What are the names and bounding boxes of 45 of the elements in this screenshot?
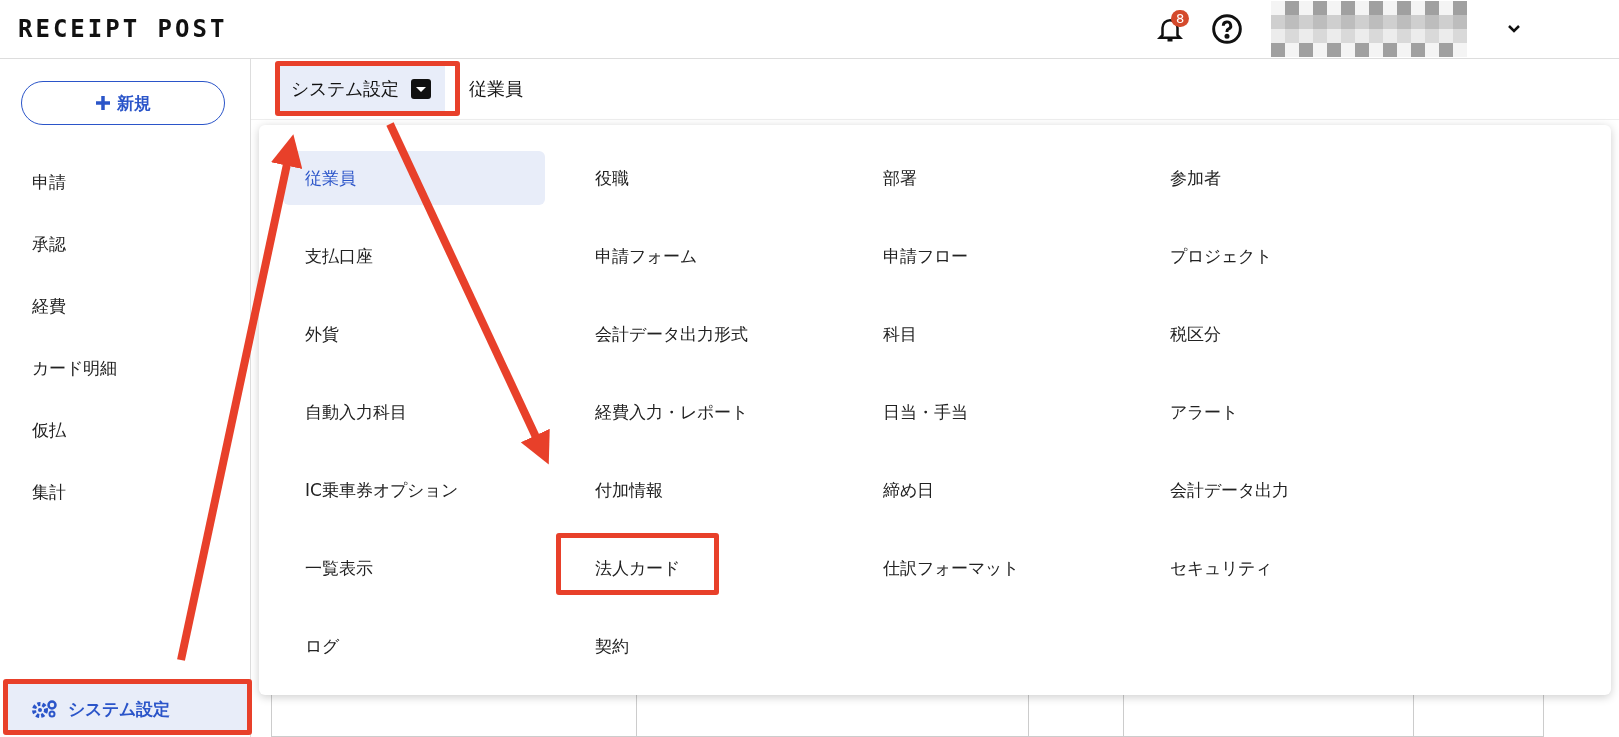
sidebar-item[interactable]: 承認	[0, 213, 250, 275]
menu-item[interactable]: 役職	[573, 151, 835, 205]
menu-item[interactable]: ログ	[283, 619, 545, 673]
sidebar-item[interactable]: 仮払	[0, 399, 250, 461]
menu-item[interactable]: 自動入力科目	[283, 385, 545, 439]
menu-item[interactable]: 従業員	[283, 151, 545, 205]
menu-item[interactable]: 科目	[861, 307, 1123, 361]
menu-item[interactable]: 支払口座	[283, 229, 545, 283]
tab-label: 従業員	[469, 77, 523, 101]
menu-item[interactable]: プロジェクト	[1148, 229, 1410, 283]
menu-item[interactable]: セキュリティ	[1148, 541, 1410, 595]
menu-item[interactable]: 外貨	[283, 307, 545, 361]
menu-item[interactable]: 付加情報	[573, 463, 835, 517]
menu-item[interactable]: 申請フロー	[861, 229, 1123, 283]
menu-item[interactable]: 申請フォーム	[573, 229, 835, 283]
chevron-down-icon[interactable]	[1507, 24, 1521, 34]
menu-item[interactable]: 会計データ出力形式	[573, 307, 835, 361]
item-label: システム設定	[68, 697, 170, 721]
menu-item[interactable]: 税区分	[1148, 307, 1410, 361]
plus-icon	[95, 95, 111, 111]
menu-item[interactable]: アラート	[1148, 385, 1410, 439]
help-icon[interactable]	[1211, 13, 1243, 45]
tab-label: システム設定	[291, 77, 399, 101]
menu-item[interactable]: 締め日	[861, 463, 1123, 517]
logo: RECEIPT POST	[18, 15, 228, 43]
menu-item[interactable]: 部署	[861, 151, 1123, 205]
sidebar-item[interactable]: 経費	[0, 275, 250, 337]
sidebar-item[interactable]: カード明細	[0, 337, 250, 399]
menu-item[interactable]: 会計データ出力	[1148, 463, 1410, 517]
menu-item[interactable]: 日当・手当	[861, 385, 1123, 439]
menu-item[interactable]: 一覧表示	[283, 541, 545, 595]
menu-item[interactable]: 契約	[573, 619, 835, 673]
tab[interactable]: 従業員	[455, 64, 537, 114]
caret-icon	[411, 79, 431, 99]
tab[interactable]: システム設定	[277, 64, 445, 114]
sidebar-item[interactable]: 申請	[0, 151, 250, 213]
menu-item[interactable]: IC乗車券オプション	[283, 463, 545, 517]
menu-item[interactable]: 参加者	[1148, 151, 1410, 205]
notification-badge: 8	[1171, 10, 1190, 27]
menu-item[interactable]: 法人カード	[573, 541, 835, 595]
sidebar-item[interactable]: 集計	[0, 461, 250, 523]
menu-item[interactable]: 仕訳フォーマット	[861, 541, 1123, 595]
gears-icon	[32, 700, 58, 718]
new-button[interactable]: 新規	[21, 81, 225, 125]
menu-item[interactable]: 経費入力・レポート	[573, 385, 835, 439]
